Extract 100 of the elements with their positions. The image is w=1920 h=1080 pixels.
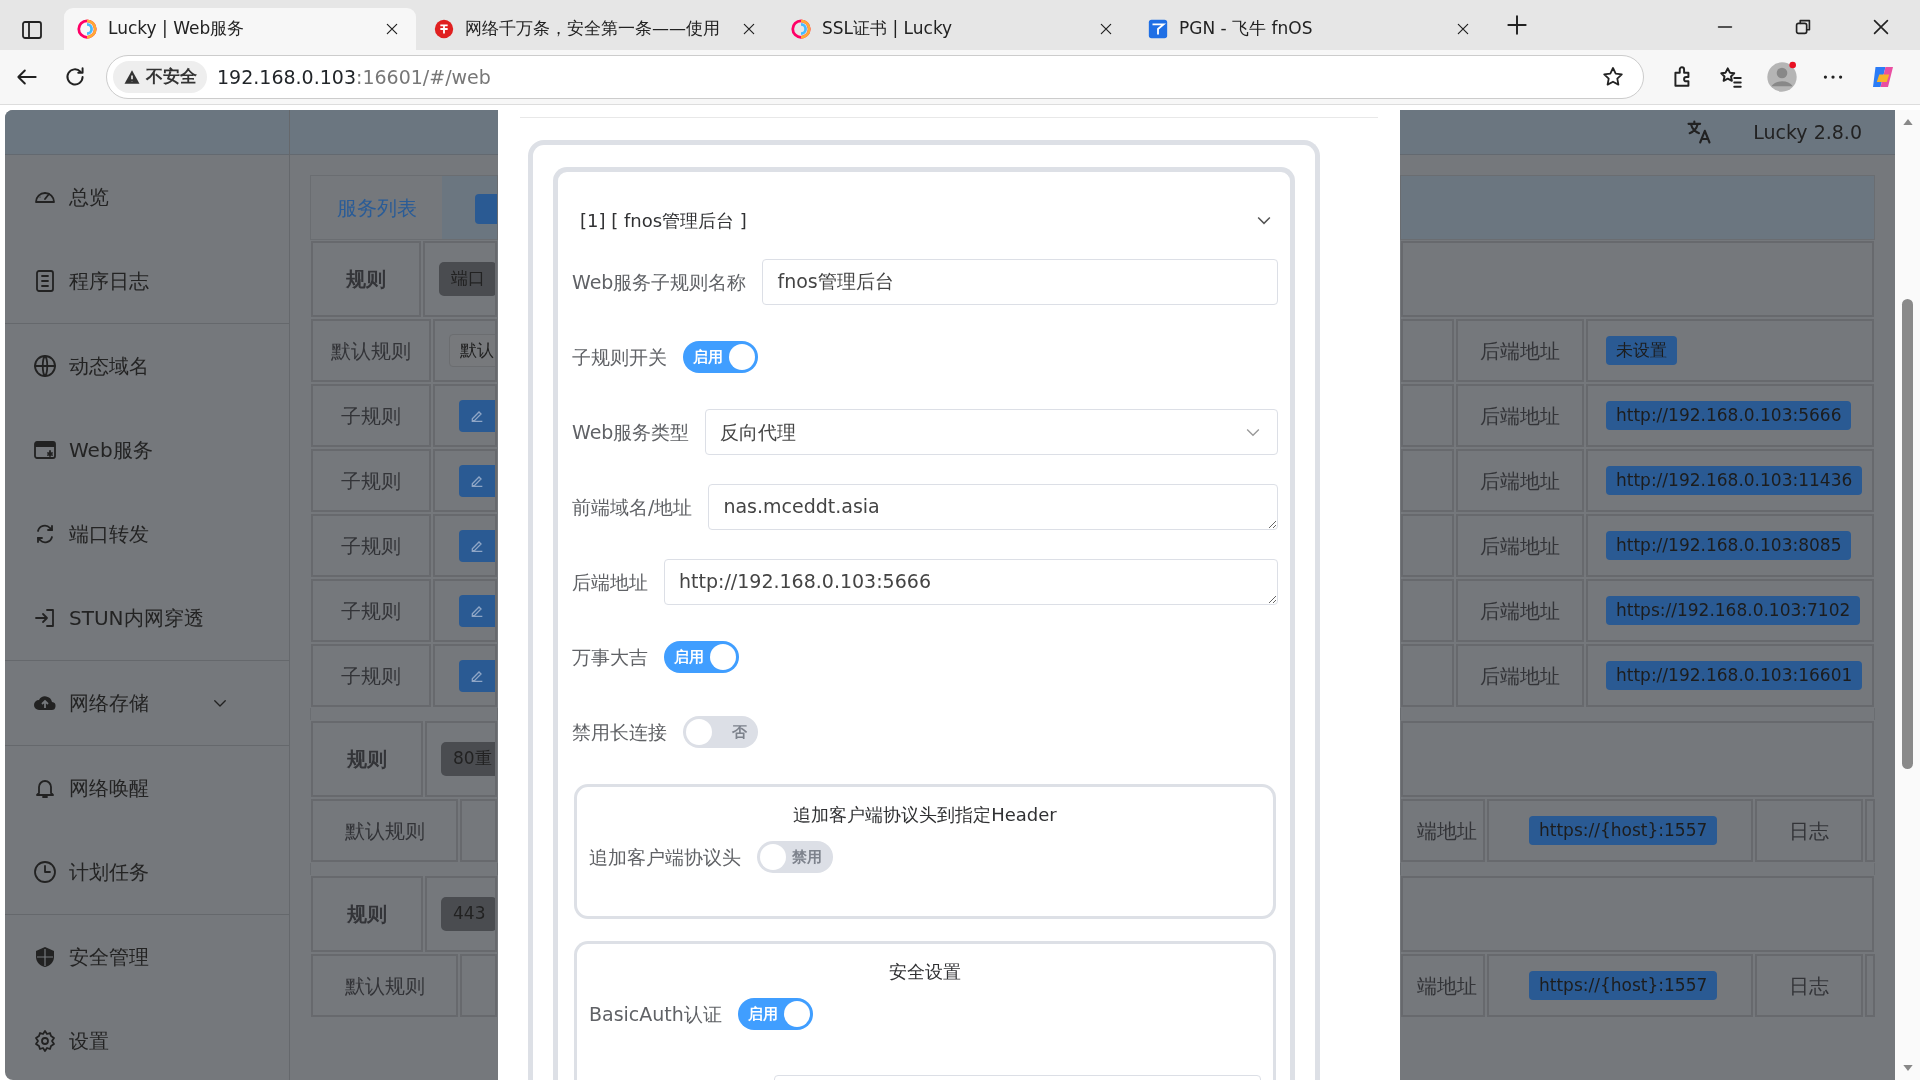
sidebar-item[interactable]: 端口转发 — [5, 492, 289, 576]
badge-icon — [433, 18, 455, 40]
address-tag: http://192.168.0.103:11436 — [1606, 465, 1863, 496]
version-text: Lucky 2.8.0 — [1753, 119, 1862, 145]
toggle-switch[interactable]: 启用 — [737, 998, 813, 1030]
rule-tag: 默认 — [449, 333, 495, 368]
table-cell: 子规则 — [311, 384, 431, 447]
browser-tab[interactable]: 网络千万条，安全第一条——使用 — [421, 8, 773, 50]
tab-panel-icon[interactable] — [20, 18, 44, 42]
table-cell: 子规则 — [311, 644, 431, 707]
field-label: 万事大吉 — [572, 644, 648, 670]
table-cell: 后端地址 — [1456, 384, 1584, 447]
url-path: :16601/#/web — [356, 64, 491, 90]
field-label: 子规则开关 — [572, 344, 667, 370]
table-cell: 端地址 — [1401, 799, 1485, 862]
sidebar-item[interactable]: 程序日志 — [5, 239, 289, 323]
table-cell: 端地址 — [1401, 954, 1485, 1017]
table-cell: 后端地址 — [1456, 514, 1584, 577]
warning-text: 不安全 — [146, 65, 197, 89]
field-label: 禁用长连接 — [572, 719, 667, 745]
sidebar-item[interactable]: 安全管理 — [5, 915, 289, 999]
square-icon — [1147, 18, 1169, 40]
favorites-icon[interactable] — [1718, 64, 1744, 90]
field-label: Web服务子规则名称 — [572, 269, 747, 295]
close-icon[interactable] — [1098, 21, 1114, 37]
swirl-icon — [76, 18, 98, 40]
table-cell: 默认规则 — [311, 799, 458, 862]
input-field[interactable]: nas.mceddt.asia — [708, 484, 1278, 530]
table-cell: 后端地址 — [1456, 319, 1584, 382]
clock-icon — [33, 860, 57, 884]
url-host: 192.168.0.103 — [217, 64, 356, 90]
avatar-icon[interactable] — [1766, 61, 1798, 93]
address-tag: http://192.168.0.103:8085 — [1606, 530, 1852, 561]
input-field[interactable]: http://192.168.0.103:5666 — [664, 559, 1278, 605]
edit-button[interactable] — [459, 464, 495, 497]
tab-title: Lucky | Web服务 — [108, 17, 246, 41]
edit-button[interactable] — [459, 399, 495, 432]
sidebar-item[interactable]: 动态域名 — [5, 324, 289, 408]
edit-button[interactable] — [459, 659, 495, 692]
table-cell: 规则 — [311, 721, 423, 797]
browser-window-icon — [33, 438, 57, 462]
close-icon[interactable] — [1455, 21, 1471, 37]
document-icon — [33, 269, 57, 293]
field-label: 前端域名/地址 — [572, 494, 693, 520]
table-cell: 子规则 — [311, 514, 431, 577]
input-field[interactable]: fnos管理后台 — [762, 259, 1278, 305]
table-cell: 后端地址 — [1456, 449, 1584, 512]
close-icon[interactable] — [741, 21, 757, 37]
shield-icon — [33, 945, 57, 969]
table-cell: 子规则 — [311, 449, 431, 512]
scrollbar[interactable] — [1895, 110, 1920, 1080]
address-tag: http://192.168.0.103:5666 — [1606, 400, 1852, 431]
globe-icon — [33, 354, 57, 378]
table-cell: 默认规则 — [311, 954, 458, 1017]
group-title: 安全设置 — [888, 960, 962, 984]
collapse-header[interactable]: [1] [ fnos管理后台 ] — [572, 200, 1278, 240]
address-tag: https://{host}:1557 — [1529, 970, 1718, 1001]
table-cell — [1401, 319, 1454, 382]
sidebar-item[interactable]: 设置 — [5, 999, 289, 1080]
toggle-switch[interactable]: 启用 — [683, 341, 758, 373]
tab-title: PGN - 飞牛 fnOS — [1179, 17, 1314, 41]
table-cell: 日志 — [1755, 799, 1863, 862]
browser-tab[interactable]: SSL证书 | Lucky — [778, 8, 1130, 50]
edit-button[interactable] — [459, 529, 495, 562]
close-icon[interactable] — [384, 21, 400, 37]
address-tag: https://192.168.0.103:7102 — [1606, 595, 1861, 626]
table-cell: 子规则 — [311, 579, 431, 642]
address-bar[interactable]: 不安全 192.168.0.103:16601/#/web — [106, 55, 1644, 99]
browser-tab[interactable]: Lucky | Web服务 — [64, 8, 416, 50]
toggle-switch[interactable]: 启用 — [664, 641, 739, 673]
sidebar-item[interactable]: 网络存储 — [5, 661, 289, 745]
browser-tab[interactable]: PGN - 飞牛 fnOS — [1135, 8, 1487, 50]
field-label: 追加客户端协议头 — [589, 844, 741, 870]
table-cell: 规则 — [311, 241, 421, 317]
table-cell — [1401, 384, 1454, 447]
star-icon[interactable] — [1601, 65, 1625, 89]
security-warning[interactable]: 不安全 — [113, 61, 207, 93]
enter-arrow-icon — [33, 606, 57, 630]
sidebar-item[interactable]: 总览 — [5, 155, 289, 239]
table-cell — [1401, 644, 1454, 707]
sidebar-item[interactable]: STUN内网穿透 — [5, 576, 289, 660]
sidebar-item[interactable]: 网络唤醒 — [5, 746, 289, 830]
tab-title: SSL证书 | Lucky — [822, 17, 954, 41]
toggle-switch[interactable]: 否 — [683, 716, 758, 748]
sidebar-item[interactable]: Web服务 — [5, 408, 289, 492]
table-cell — [1401, 579, 1454, 642]
select-field[interactable]: 反向代理 — [705, 409, 1278, 455]
scroll-thumb[interactable] — [1902, 299, 1913, 769]
table-cell — [1401, 449, 1454, 512]
sidebar-item[interactable]: 计划任务 — [5, 830, 289, 914]
table-cell — [1401, 514, 1454, 577]
settings-icon — [33, 1029, 57, 1053]
edit-button[interactable] — [459, 594, 495, 627]
toggle-switch[interactable]: 禁用 — [757, 841, 833, 873]
swirl-icon — [790, 18, 812, 40]
address-tag: https://{host}:1557 — [1529, 815, 1718, 846]
warning-icon — [123, 68, 141, 86]
field-label: BasicAuth认证 — [589, 1001, 722, 1027]
table-cell: 默认规则 — [311, 319, 431, 382]
address-tag: http://192.168.0.103:16601 — [1606, 660, 1863, 691]
